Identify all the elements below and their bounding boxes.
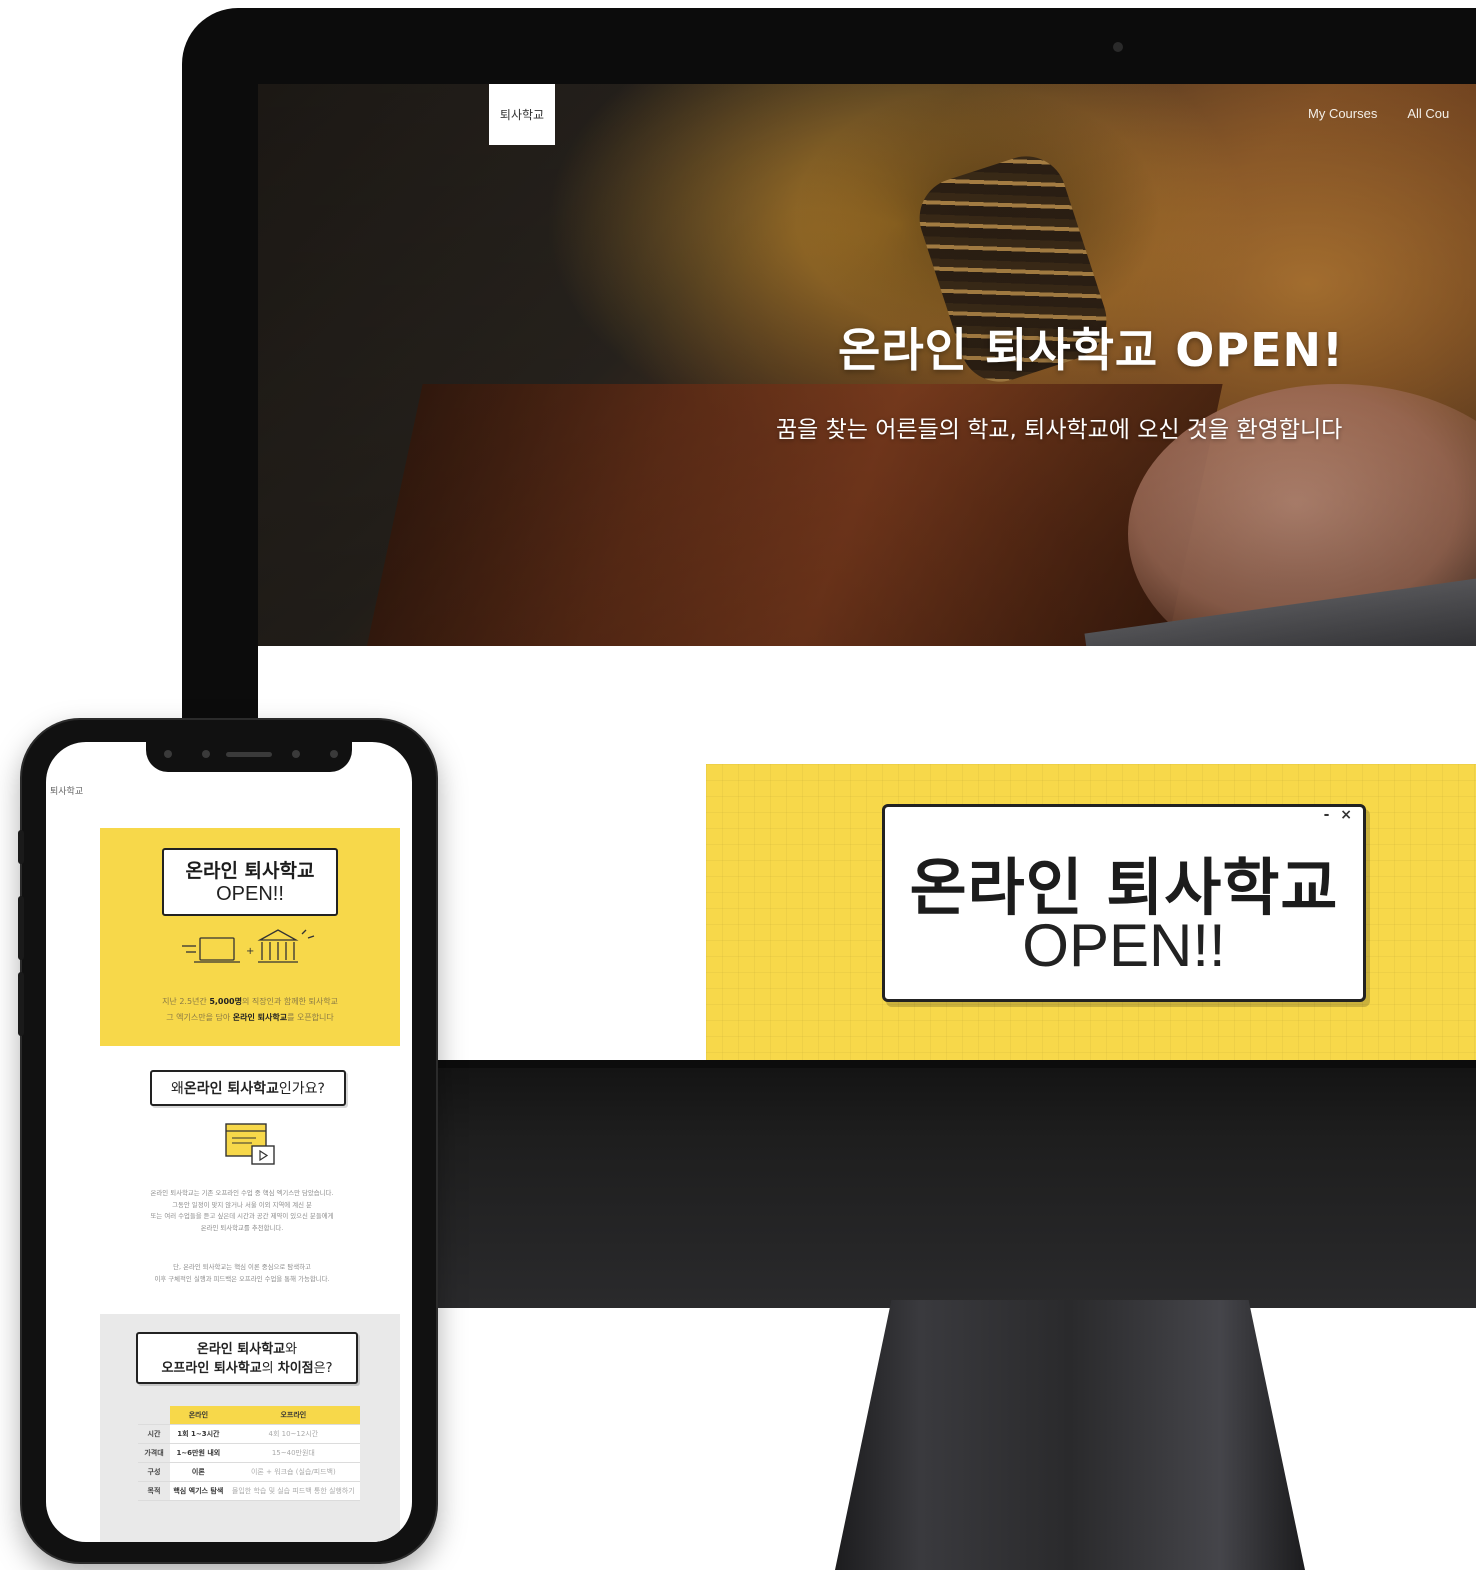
table-row: 시간 1회 1~3시간 4회 10~12시간 [138,1424,360,1444]
svg-text:+: + [246,946,254,957]
sensor-icon [164,750,172,758]
phone-side-button [18,830,24,864]
sensor-icon [292,750,300,758]
why-online-heading: 왜 온라인 퇴사학교 인가요? [150,1070,346,1106]
why-paragraph-2: 단, 온라인 퇴사학교는 핵심 이론 중심으로 탐색하고 이후 구체적인 실행과… [154,1263,330,1283]
banner-subtitle: OPEN!! [1022,912,1226,979]
mobile-screen: 퇴사학교 온라인 퇴사학교 OPEN!! + 지난 2.5년간 5,000명의 … [46,742,412,1542]
difference-section: 온라인 퇴사학교와 오프라인 퇴사학교의 차이점은? 온라인 오프라인 시간 1… [100,1314,400,1542]
phone-notch [146,742,352,772]
hero-section: 퇴사학교 My Courses All Cou 온라인 퇴사학교 OPEN! 꿈… [258,84,1476,646]
mobile-banner-title: 온라인 퇴사학교 [185,860,315,882]
school-building-icon [257,929,315,963]
table-corner [138,1406,170,1425]
mobile-banner-text-2: 그 엑기스만을 담아 온라인 퇴사학교를 오픈합니다 [166,1013,334,1022]
table-row: 가격대 1~6만원 내외 15~40만원대 [138,1443,360,1463]
document-video-icon [225,1123,275,1165]
banner-window: - × 온라인 퇴사학교 OPEN!! [882,804,1366,1002]
mobile-banner-window: 온라인 퇴사학교 OPEN!! [162,848,338,916]
table-row: 구성 이론 이론 + 워크숍 (실습/피드백) [138,1462,360,1482]
mobile-logo[interactable]: 퇴사학교 [50,784,83,797]
comparison-table: 온라인 오프라인 시간 1회 1~3시간 4회 10~12시간 가격대 1~6만… [138,1406,360,1501]
phone-volume-up [18,896,24,960]
laptop-icon [182,937,240,963]
monitor-stand [835,1300,1305,1570]
camera-icon [1113,42,1123,52]
difference-heading: 온라인 퇴사학교와 오프라인 퇴사학교의 차이점은? [136,1332,358,1384]
window-controls-icon: - × [1323,807,1355,823]
site-logo[interactable]: 퇴사학교 [489,84,555,145]
table-row: 목적 핵심 엑기스 탐색 몰입한 학습 및 실습 피드백 통한 실행하기 [138,1481,360,1501]
sensor-icon [330,750,338,758]
hero-title: 온라인 퇴사학교 OPEN! [838,323,1344,377]
table-header-online: 온라인 [170,1406,227,1425]
mobile-banner-text-1: 지난 2.5년간 5,000명의 직장인과 함께한 퇴사학교 [162,997,338,1006]
table-header-offline: 오프라인 [226,1406,360,1425]
laptop-plus-school-illustration: + [182,929,315,963]
hero-subtitle: 꿈을 찾는 어른들의 학교, 퇴사학교에 오신 것을 환영합니다 [776,417,1343,443]
phone-volume-down [18,972,24,1036]
speaker-icon [226,752,272,757]
mobile-banner-subtitle: OPEN!! [216,883,284,905]
top-nav: My Courses All Cou [1308,106,1449,121]
nav-my-courses[interactable]: My Courses [1308,106,1377,121]
desktop-screen: 퇴사학교 My Courses All Cou 온라인 퇴사학교 OPEN! 꿈… [258,84,1476,1060]
why-paragraph-1: 온라인 퇴사학교는 기존 오프라인 수업 중 핵심 엑기스만 담았습니다. 그동… [150,1189,334,1232]
open-banner: - × 온라인 퇴사학교 OPEN!! [706,764,1476,1060]
mobile-open-banner: 온라인 퇴사학교 OPEN!! + 지난 2.5년간 5,000명의 직장인과 … [100,828,400,1046]
camera-icon [202,750,210,758]
mobile-phone: 퇴사학교 온라인 퇴사학교 OPEN!! + 지난 2.5년간 5,000명의 … [18,720,436,1562]
nav-all-courses[interactable]: All Cou [1407,106,1449,121]
